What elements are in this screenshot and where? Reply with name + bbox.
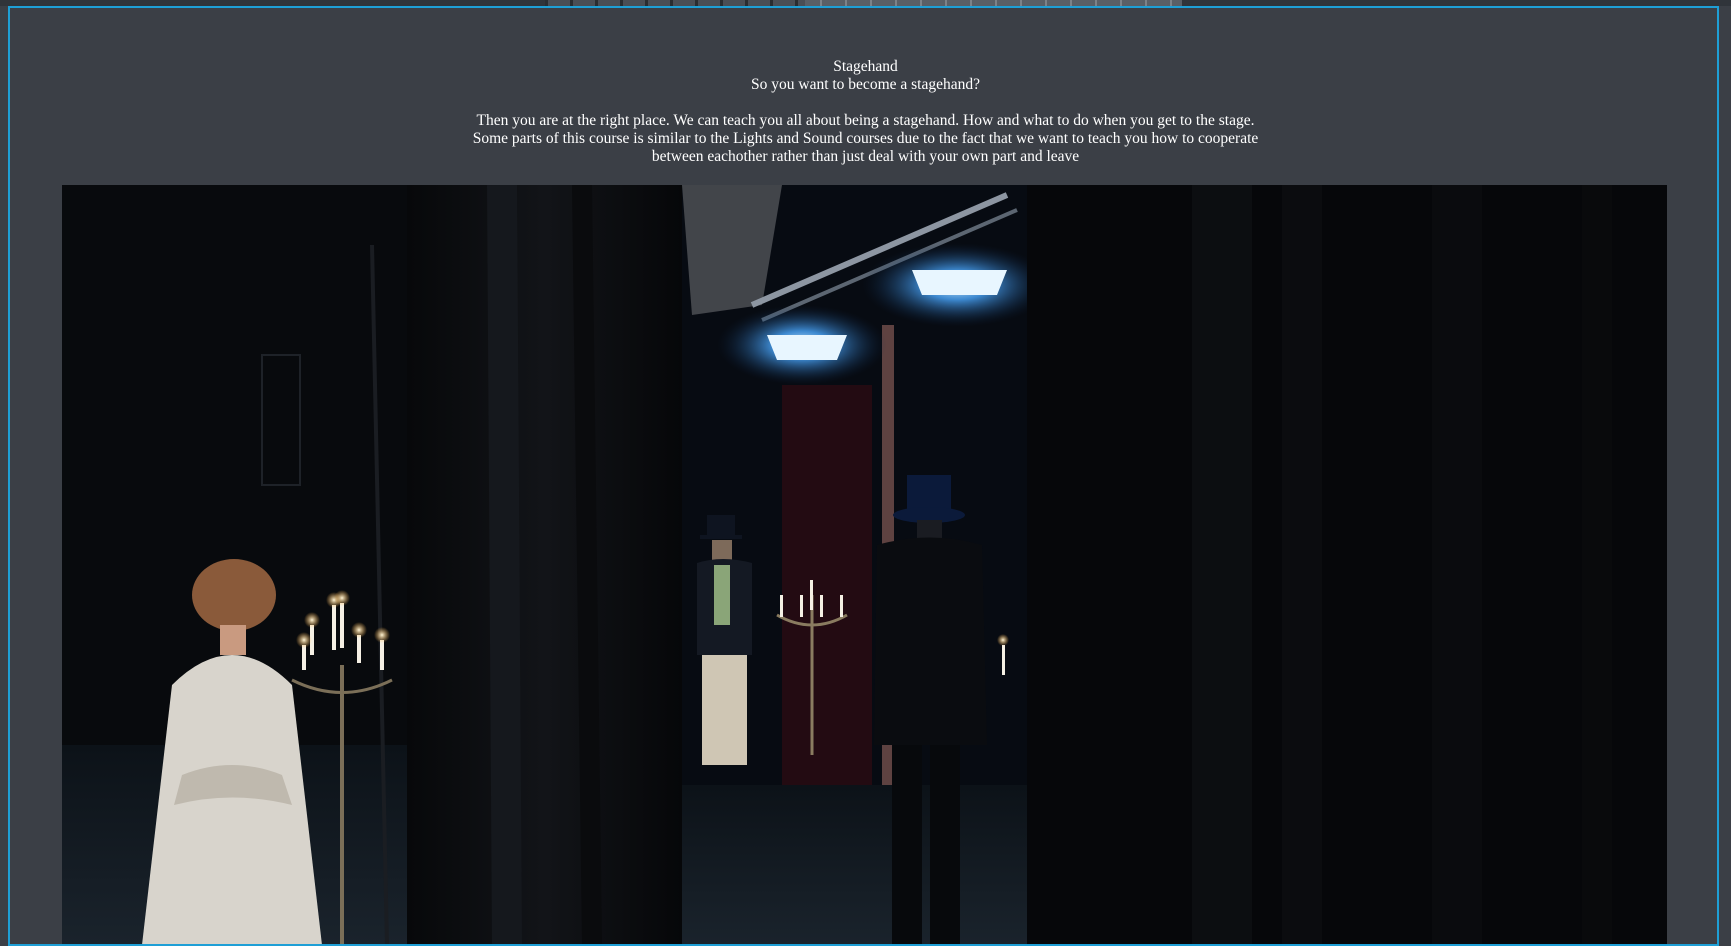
intro-section: Stagehand So you want to become a stageh…: [10, 58, 1717, 166]
intro-paragraph: Then you are at the right place. We can …: [472, 112, 1259, 165]
content-frame: Stagehand So you want to become a stageh…: [8, 6, 1719, 946]
hero-image-backstage: [62, 185, 1667, 944]
page-subtitle: So you want to become a stagehand?: [751, 76, 980, 93]
page-title: Stagehand: [833, 58, 898, 75]
